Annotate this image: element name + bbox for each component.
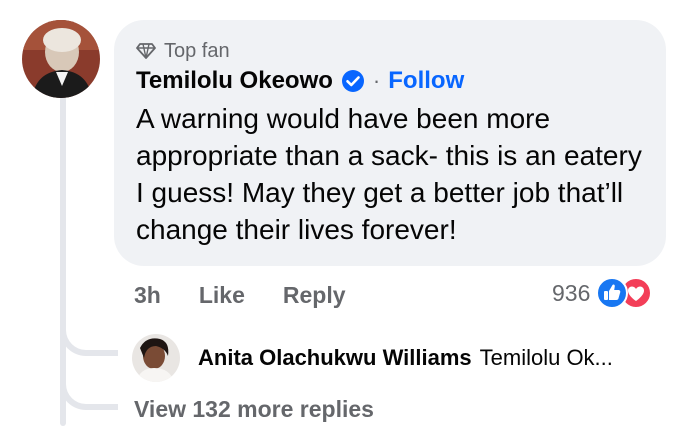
author-name[interactable]: Temilolu Okeowo bbox=[136, 67, 333, 95]
author-row: Temilolu Okeowo · Follow bbox=[136, 64, 464, 98]
view-more-replies-link[interactable]: View 132 more replies bbox=[134, 396, 374, 423]
comment-actions: 3h Like Reply bbox=[134, 278, 346, 312]
separator-dot: · bbox=[372, 68, 381, 93]
comment-timestamp[interactable]: 3h bbox=[134, 282, 161, 309]
thread-connector-reply bbox=[60, 300, 118, 356]
follow-button[interactable]: Follow bbox=[388, 67, 464, 95]
reaction-icons bbox=[596, 276, 654, 310]
diamond-icon bbox=[136, 43, 156, 59]
reply-preview[interactable]: Anita Olachukwu Williams Temilolu Ok... bbox=[198, 342, 613, 374]
reply-author-name[interactable]: Anita Olachukwu Williams bbox=[198, 345, 472, 371]
comment-bubble: Top fan Temilolu Okeowo · Follow A warni… bbox=[114, 20, 666, 266]
comment-text: A warning would have been more appropria… bbox=[136, 103, 642, 245]
thread-connector-more bbox=[60, 360, 118, 410]
like-button[interactable]: Like bbox=[199, 282, 245, 309]
like-reaction-icon bbox=[596, 277, 629, 309]
reply-button[interactable]: Reply bbox=[283, 282, 346, 309]
commenter-avatar[interactable] bbox=[22, 20, 100, 98]
verified-badge-icon bbox=[341, 69, 365, 93]
reply-snippet: Temilolu Ok... bbox=[479, 345, 613, 370]
top-fan-badge: Top fan bbox=[136, 38, 230, 64]
reply-author-avatar[interactable] bbox=[132, 334, 180, 382]
top-fan-label: Top fan bbox=[164, 39, 230, 62]
reaction-count: 936 bbox=[552, 279, 591, 306]
reaction-summary[interactable]: 936 bbox=[552, 276, 654, 310]
